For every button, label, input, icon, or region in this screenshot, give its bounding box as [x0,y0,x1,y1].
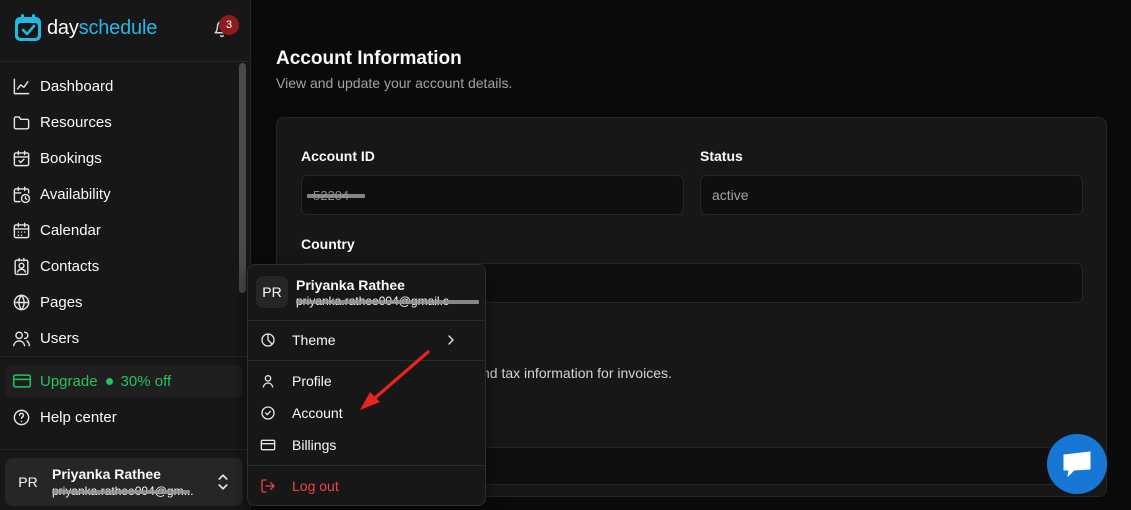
credit-card-icon [12,374,32,388]
notification-badge: 3 [219,15,239,35]
calendar-icon [13,222,30,238]
redaction-bar [52,490,190,494]
status-value: active [712,187,749,203]
divider [248,465,485,466]
sidebar-item-contacts[interactable]: Contacts [12,253,232,279]
sidebar-item-label: Bookings [40,149,102,167]
sidebar: dayschedule 3 Dashboard Resources Bookin… [0,0,251,510]
sidebar-item-pages[interactable]: Pages [12,289,232,315]
folder-icon [13,115,30,130]
sidebar-item-label: Help center [40,408,117,426]
sidebar-item-resources[interactable]: Resources [12,109,232,135]
annotation-arrow-icon [360,350,430,410]
divider [0,356,251,357]
theme-label: Theme [292,332,336,348]
sidebar-scrollbar[interactable] [239,63,246,293]
credit-card-icon [260,439,276,451]
brand-name-suffix: schedule [78,16,158,39]
sidebar-item-help-center[interactable]: Help center [12,404,232,430]
contact-icon [14,257,29,275]
sidebar-item-calendar[interactable]: Calendar [12,217,232,243]
log-out-icon [261,479,275,493]
page-title: Account Information [276,48,462,69]
chevron-right-icon [448,335,454,345]
billings-label: Billings [292,437,337,453]
divider [0,61,251,62]
divider [248,320,485,321]
user-name: Priyanka Rathee [52,466,161,482]
sidebar-item-bookings[interactable]: Bookings [12,145,232,171]
status-dot [105,377,113,385]
help-circle-icon [13,409,30,425]
divider [0,449,251,450]
page-subtitle: View and update your account details. [276,75,513,91]
billings-menu-item[interactable]: Billings [260,432,475,458]
badge-check-icon [261,406,275,420]
redaction-bar [307,194,365,198]
logout-label: Log out [292,478,339,494]
redaction-bar [296,300,479,304]
profile-label: Profile [292,373,332,389]
brand-logo[interactable]: dayschedule [13,13,157,43]
sidebar-item-label: Dashboard [40,77,114,95]
account-label: Account [292,405,343,421]
users-icon [12,330,31,346]
sidebar-item-users[interactable]: Users [12,325,232,351]
account-id-label: Account ID [301,148,375,164]
upgrade-label: Upgrade [40,372,98,390]
avatar: PR [12,466,44,498]
globe-icon [13,294,30,310]
chat-button[interactable] [1047,434,1107,494]
calendar-check-logo-icon [15,14,41,41]
brand-name-prefix: day [47,16,79,39]
status-label: Status [700,148,743,164]
sidebar-item-label: Calendar [40,221,101,239]
user-menu-trigger[interactable]: PR Priyanka Rathee priyanka.rathee004@gm… [5,458,243,506]
calendar-check-icon [13,150,30,166]
logout-menu-item[interactable]: Log out [260,473,475,499]
billing-hint-text: nd tax information for invoices. [482,365,672,381]
pie-chart-icon [261,333,275,347]
country-label: Country [301,236,355,252]
chart-line-icon [13,78,30,94]
sidebar-item-label: Resources [40,113,112,131]
user-icon [262,375,274,388]
chat-bubble-icon [1063,451,1091,477]
upgrade-button[interactable]: Upgrade 30% off [5,365,243,397]
upgrade-discount: 30% off [120,372,172,390]
avatar: PR [256,276,288,308]
chevrons-up-down-icon [218,474,228,490]
calendar-clock-icon [13,186,31,203]
sidebar-item-label: Contacts [40,257,100,275]
sidebar-item-availability[interactable]: Availability [12,181,232,207]
sidebar-item-label: Users [40,329,80,347]
sidebar-item-label: Availability [40,185,111,203]
sidebar-item-label: Pages [40,293,83,311]
user-name: Priyanka Rathee [296,277,405,293]
status-field[interactable]: active [700,175,1083,215]
sidebar-item-dashboard[interactable]: Dashboard [12,73,232,99]
